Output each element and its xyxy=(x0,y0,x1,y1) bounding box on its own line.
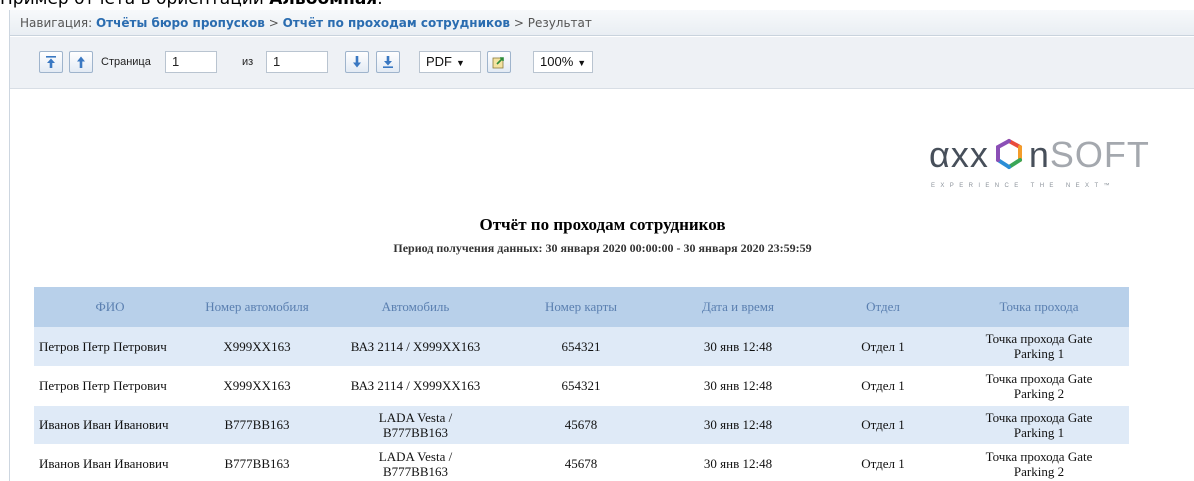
report-page: αxx nSOFT EXPERIENCE THE NEXT™ Отчёт по … xyxy=(10,90,1194,481)
cell-access-point: Точка прохода Gate Parking 2 xyxy=(949,444,1129,481)
of-label: из xyxy=(242,56,254,68)
table-row: Петров Петр Петрович Х999ХХ163 ВАЗ 2114 … xyxy=(34,327,1129,367)
next-page-icon xyxy=(353,56,361,68)
hexagon-logo-icon xyxy=(995,139,1022,169)
document-caption: Пример отчёта в ориентации Альбомная. xyxy=(0,0,1194,10)
cell-fio: Иванов Иван Иванович xyxy=(34,444,186,481)
last-page-icon xyxy=(383,56,393,68)
company-logo: αxx nSOFT EXPERIENCE THE NEXT™ xyxy=(929,133,1189,193)
page-label: Страница xyxy=(101,56,151,68)
table-row: Петров Петр Петрович Х999ХХ163 ВАЗ 2114 … xyxy=(34,366,1129,406)
report-period: Период получения данных: 30 января 2020 … xyxy=(393,241,812,255)
breadcrumb-link-employee-passes-report[interactable]: Отчёт по проходам сотрудников xyxy=(283,16,510,30)
cell-department: Отдел 1 xyxy=(817,366,949,406)
column-header-access-point: Точка прохода xyxy=(949,287,1129,327)
breadcrumb: Навигация: Отчёты бюро пропусков > Отчёт… xyxy=(10,10,1194,36)
first-page-icon xyxy=(46,56,56,68)
cell-access-point: Точка прохода Gate Parking 2 xyxy=(949,366,1129,406)
export-format-select[interactable]: PDF ▼ xyxy=(419,51,481,73)
cell-car: LADA Vesta / В777ВВ163 xyxy=(328,405,503,445)
prev-page-icon xyxy=(77,56,85,68)
cell-plate: Х999ХХ163 xyxy=(186,327,328,367)
cell-access-point: Точка прохода Gate Parking 1 xyxy=(949,327,1129,367)
cell-plate: В777ВВ163 xyxy=(186,444,328,481)
export-button[interactable] xyxy=(487,51,511,73)
column-header-datetime: Дата и время xyxy=(659,287,817,327)
cell-access-point: Точка прохода Gate Parking 1 xyxy=(949,405,1129,445)
export-icon xyxy=(492,57,504,69)
cell-car: ВАЗ 2114 / Х999ХХ163 xyxy=(328,327,503,367)
cell-department: Отдел 1 xyxy=(817,444,949,481)
caption-suffix: . xyxy=(377,0,382,9)
cell-fio: Иванов Иван Иванович xyxy=(34,405,186,445)
chevron-down-icon: ▼ xyxy=(456,58,465,68)
cell-card: 45678 xyxy=(503,405,659,445)
cell-datetime: 30 янв 12:48 xyxy=(659,444,817,481)
cell-card: 654321 xyxy=(503,327,659,367)
logo-text-n: n xyxy=(1028,134,1050,175)
column-header-fio: ФИО xyxy=(34,287,186,327)
cell-fio: Петров Петр Петрович xyxy=(34,366,186,406)
breadcrumb-separator: > xyxy=(513,16,524,30)
table-header-row: ФИО Номер автомобиля Автомобиль Номер ка… xyxy=(34,287,1129,327)
cell-plate: В777ВВ163 xyxy=(186,405,328,445)
column-header-card: Номер карты xyxy=(503,287,659,327)
table-row: Иванов Иван Иванович В777ВВ163 LADA Vest… xyxy=(34,444,1129,481)
column-header-department: Отдел xyxy=(817,287,949,327)
caption-bold: Альбомная xyxy=(269,0,377,9)
table-row: Иванов Иван Иванович В777ВВ163 LADA Vest… xyxy=(34,405,1129,445)
cell-department: Отдел 1 xyxy=(817,327,949,367)
first-page-button[interactable] xyxy=(39,51,63,73)
logo-text-soft: SOFT xyxy=(1049,134,1150,175)
logo-text-left: αxx xyxy=(929,134,989,175)
last-page-button[interactable] xyxy=(376,51,400,73)
total-pages-field: 1 xyxy=(266,51,328,73)
breadcrumb-separator: > xyxy=(268,16,279,30)
cell-fio: Петров Петр Петрович xyxy=(34,327,186,367)
export-format-value: PDF xyxy=(426,54,452,69)
report-viewer: Навигация: Отчёты бюро пропусков > Отчёт… xyxy=(9,10,1194,481)
cell-datetime: 30 янв 12:48 xyxy=(659,366,817,406)
chevron-down-icon: ▼ xyxy=(577,58,587,68)
cell-datetime: 30 янв 12:48 xyxy=(659,405,817,445)
breadcrumb-label: Навигация: xyxy=(20,16,93,30)
logo-tagline: EXPERIENCE THE NEXT™ xyxy=(931,183,1115,189)
breadcrumb-link-pass-office-reports[interactable]: Отчёты бюро пропусков xyxy=(96,16,265,30)
column-header-car: Автомобиль xyxy=(328,287,503,327)
viewer-toolbar: Страница 1 из 1 PDF ▼ 100% ▼ xyxy=(10,37,1194,89)
report-table: ФИО Номер автомобиля Автомобиль Номер ка… xyxy=(34,287,1129,481)
zoom-select[interactable]: 100% ▼ xyxy=(533,51,593,73)
cell-car: ВАЗ 2114 / Х999ХХ163 xyxy=(328,366,503,406)
column-header-plate: Номер автомобиля xyxy=(186,287,328,327)
breadcrumb-current: Результат xyxy=(527,16,592,30)
prev-page-button[interactable] xyxy=(69,51,93,73)
next-page-button[interactable] xyxy=(345,51,369,73)
cell-department: Отдел 1 xyxy=(817,405,949,445)
caption-prefix: Пример отчёта в ориентации xyxy=(0,0,269,9)
cell-datetime: 30 янв 12:48 xyxy=(659,327,817,367)
cell-card: 45678 xyxy=(503,444,659,481)
cell-plate: Х999ХХ163 xyxy=(186,366,328,406)
cell-card: 654321 xyxy=(503,366,659,406)
zoom-value: 100% xyxy=(540,54,574,69)
page-number-input[interactable]: 1 xyxy=(165,51,217,73)
cell-car: LADA Vesta / В777ВВ163 xyxy=(328,444,503,481)
report-title: Отчёт по проходам сотрудников xyxy=(479,215,726,234)
